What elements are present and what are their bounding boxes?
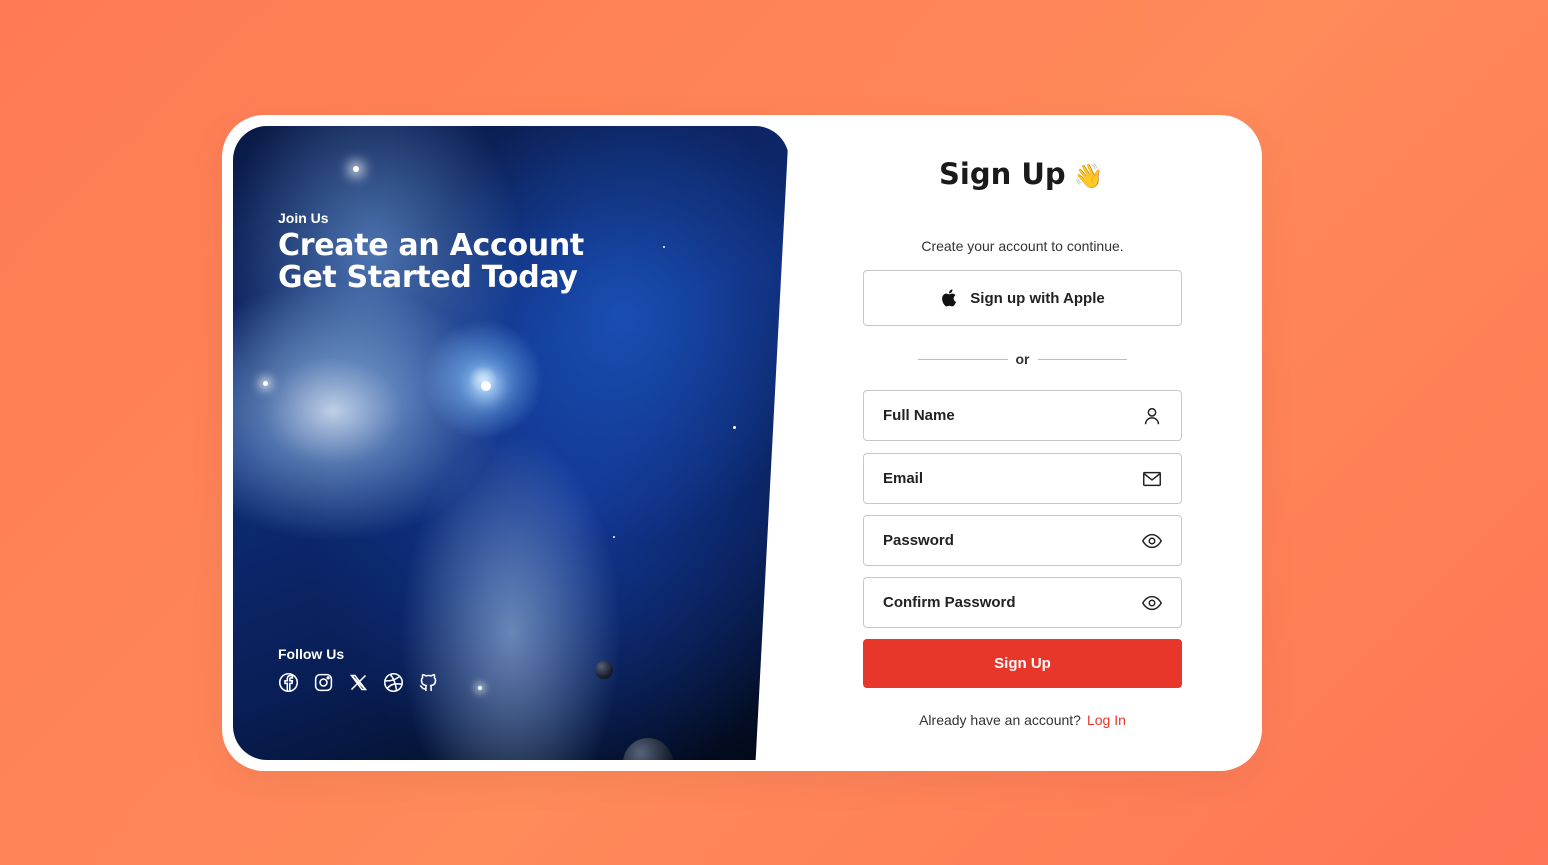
hero-eyebrow: Join Us (278, 210, 329, 226)
social-links (278, 672, 439, 693)
hero-headline-line2: Get Started Today (278, 260, 578, 295)
star (478, 686, 482, 690)
star (613, 536, 615, 538)
title-text: Sign Up (939, 157, 1066, 191)
large-planet (623, 738, 673, 760)
signup-submit-button[interactable]: Sign Up (863, 639, 1182, 688)
follow-section: Follow Us (278, 646, 439, 693)
eye-icon[interactable] (1141, 592, 1163, 614)
form-subtitle: Create your account to continue. (921, 238, 1124, 254)
full-name-input[interactable] (883, 407, 1141, 424)
confirm-password-input[interactable] (883, 594, 1141, 611)
star (663, 246, 665, 248)
password-input[interactable] (883, 532, 1141, 549)
full-name-field-box (863, 390, 1182, 441)
login-prompt: Already have an account? Log In (863, 712, 1182, 728)
github-icon[interactable] (418, 672, 439, 693)
star (353, 166, 359, 172)
divider-text: or (1015, 351, 1030, 367)
follow-title: Follow Us (278, 646, 345, 662)
email-field-box (863, 453, 1182, 504)
apple-signup-button[interactable]: Sign up with Apple (863, 270, 1182, 326)
password-field-box (863, 515, 1182, 566)
instagram-icon[interactable] (313, 672, 334, 693)
eye-icon[interactable] (1141, 530, 1163, 552)
star (733, 426, 736, 429)
page-title: Sign Up 👋 (939, 157, 1139, 191)
login-prompt-text: Already have an account? (919, 712, 1081, 728)
mail-icon (1143, 471, 1161, 486)
or-divider: or (918, 351, 1127, 367)
user-icon (1144, 407, 1160, 424)
hero-panel: Join Us Create an Account Get Started To… (233, 126, 789, 760)
apple-button-label: Sign up with Apple (970, 289, 1105, 307)
bright-star (481, 381, 491, 391)
divider-line (1037, 358, 1127, 360)
x-icon[interactable] (348, 672, 369, 693)
star (263, 381, 268, 386)
dribbble-icon[interactable] (383, 672, 404, 693)
signup-card: Join Us Create an Account Get Started To… (222, 115, 1262, 771)
apple-icon (942, 289, 957, 307)
divider-line (918, 358, 1008, 360)
facebook-icon[interactable] (278, 672, 299, 693)
confirm-password-field-box (863, 577, 1182, 628)
hero-text: Join Us Create an Account Get Started To… (278, 210, 584, 294)
email-input[interactable] (883, 470, 1141, 487)
login-link[interactable]: Log In (1087, 712, 1126, 728)
hero-headline-line1: Create an Account (278, 228, 584, 263)
wave-emoji: 👋 (1073, 162, 1104, 190)
small-planet (595, 661, 613, 679)
